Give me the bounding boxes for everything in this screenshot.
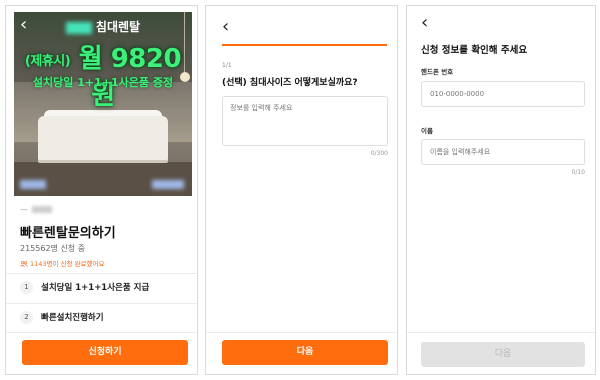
step-item: 2 빠른설치진행하기 <box>20 311 104 324</box>
question-panel: ‹ 1/1 (선택) 침대사이즈 어떻게보실까요? 0/300 다음 <box>205 5 398 375</box>
step-indicator: 1/1 <box>222 62 232 69</box>
recent-applicants: 1143명이 신청 완료했어요 <box>20 258 105 268</box>
next-button-disabled[interactable]: 다음 <box>421 342 585 367</box>
progress-fill <box>222 44 387 46</box>
banner-line1: 침대렌탈 <box>14 18 192 35</box>
next-button[interactable]: 다음 <box>222 340 388 365</box>
promo-banner: 침대렌탈 (제휴시) 월 9820원 설치당일 1+1+1사은품 증정 ‹ <box>14 12 192 196</box>
char-counter: 0/10 <box>571 169 585 176</box>
contact-info-panel: ‹ 신청 정보를 확인해 주세요 핸드폰 번호 이름 0/10 다음 <box>406 5 596 375</box>
progress-bar <box>222 44 387 46</box>
people-icon <box>20 261 28 267</box>
rental-landing-panel: 침대렌탈 (제휴시) 월 9820원 설치당일 1+1+1사은품 증정 ‹ — … <box>5 5 198 375</box>
page-title: 빠른렌탈문의하기 <box>20 226 116 241</box>
chevron-left-icon[interactable]: ‹ <box>222 18 229 36</box>
banner-line3: 설치당일 1+1+1사은품 증정 <box>32 76 174 89</box>
chevron-left-icon[interactable]: ‹ <box>20 16 27 34</box>
name-field[interactable] <box>421 139 585 165</box>
char-counter: 0/300 <box>370 150 388 157</box>
mattress-image <box>38 116 168 160</box>
question-title: (선택) 침대사이즈 어떻게보실까요? <box>222 78 358 88</box>
page-title: 신청 정보를 확인해 주세요 <box>421 45 528 56</box>
name-label: 이름 <box>421 127 433 135</box>
chevron-left-icon[interactable]: ‹ <box>421 14 428 32</box>
applicant-count: 215562명 신청 중 <box>20 244 86 253</box>
step-item: 1 설치당일 1+1+1사은품 지급 <box>20 281 149 294</box>
size-input[interactable] <box>222 96 388 146</box>
brand-row: — <box>20 205 52 214</box>
phone-label: 핸드폰 번호 <box>421 68 454 76</box>
phone-field[interactable] <box>421 81 585 107</box>
apply-button[interactable]: 신청하기 <box>22 340 188 365</box>
